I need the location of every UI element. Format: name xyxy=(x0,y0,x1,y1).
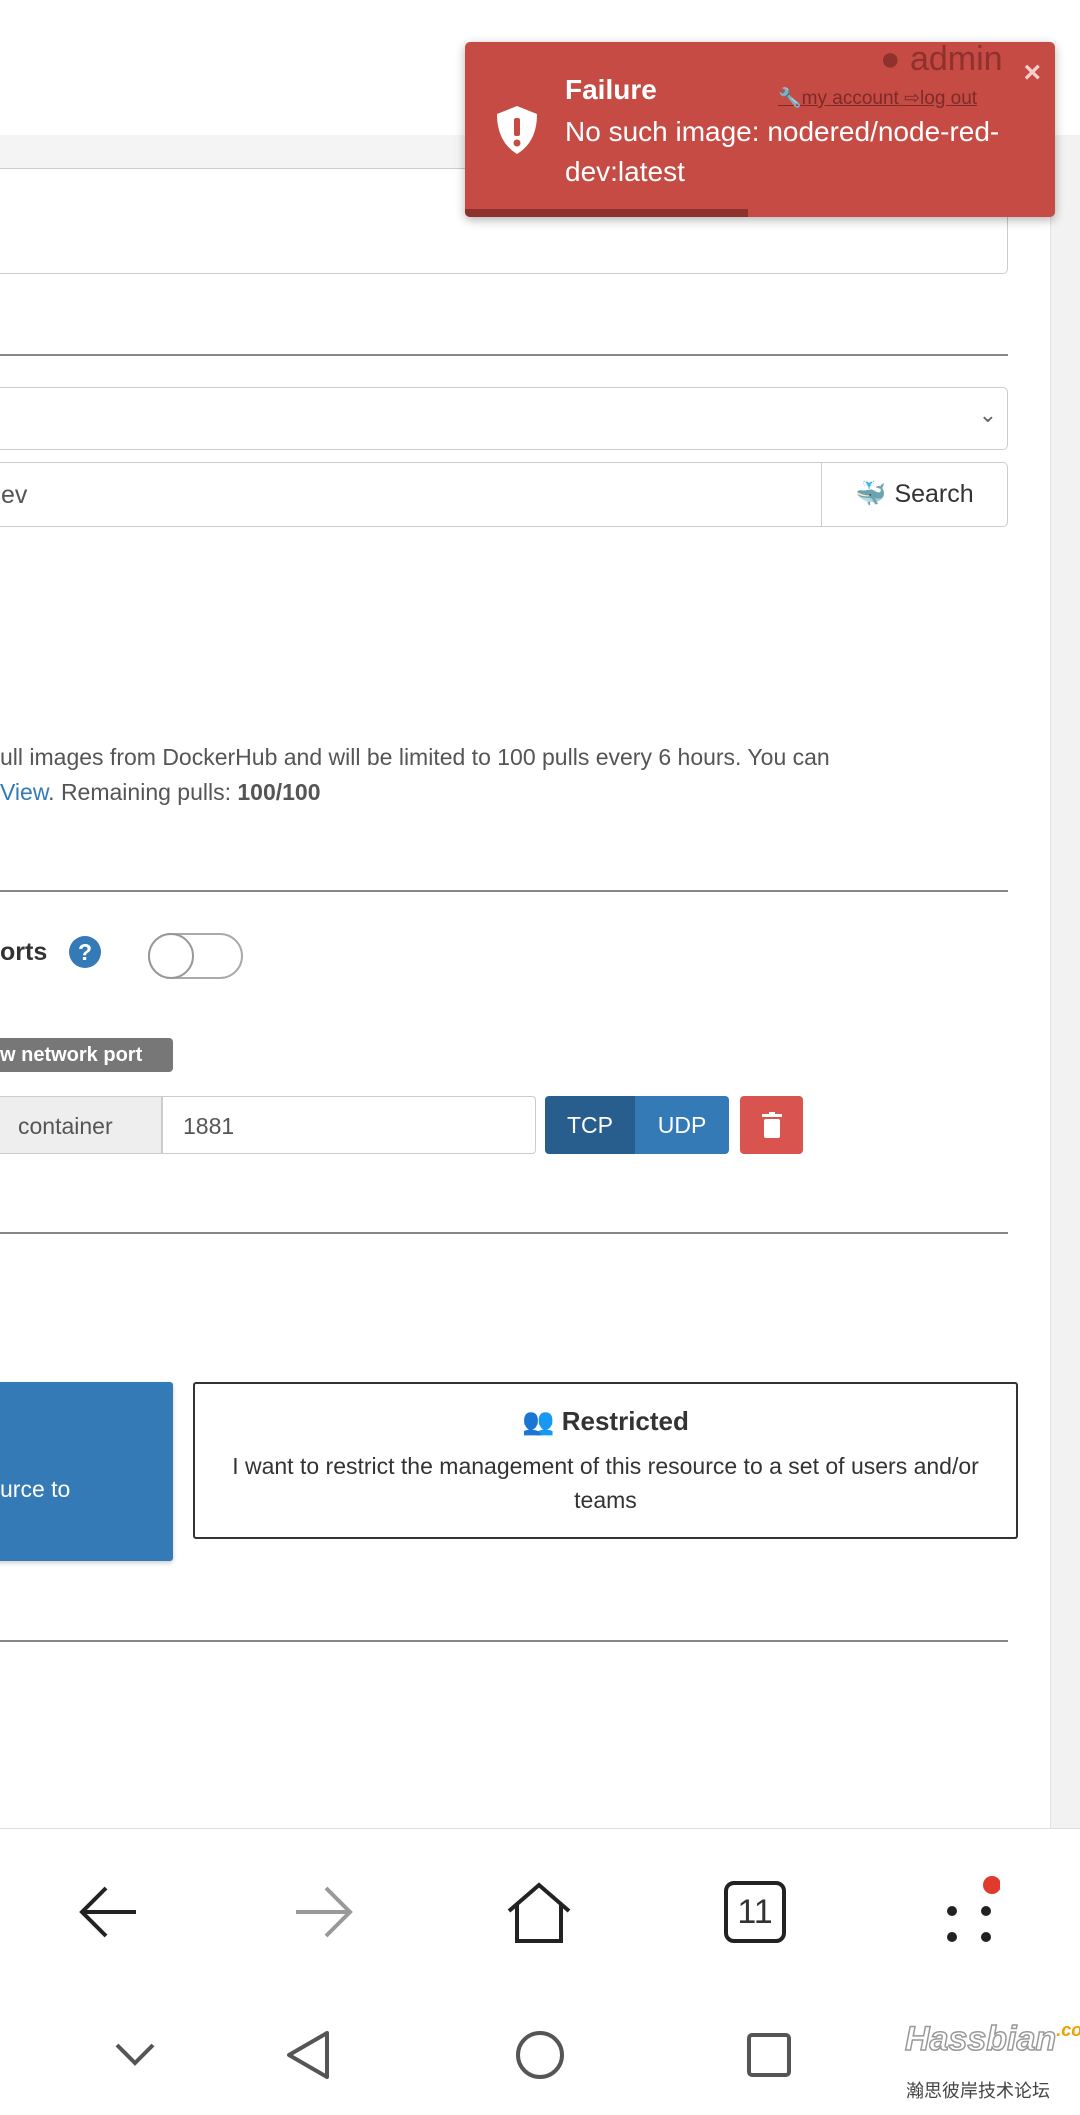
shield-alert-icon xyxy=(497,106,537,154)
remove-port-button[interactable] xyxy=(740,1096,803,1154)
toast-progress xyxy=(465,209,749,217)
divider xyxy=(0,354,1008,356)
container-port-input[interactable]: 1881 xyxy=(162,1096,536,1154)
tcp-button[interactable]: TCP xyxy=(545,1096,635,1154)
tabs-button[interactable]: 11 xyxy=(724,1881,786,1943)
back-icon[interactable] xyxy=(78,1884,138,1940)
dockerhub-notice: ull images from DockerHub and will be li… xyxy=(0,744,830,770)
search-button[interactable]: 🐳 Search xyxy=(821,462,1008,527)
user-menu[interactable]: ● admin xyxy=(880,40,1003,79)
container-port-addon: container xyxy=(0,1096,162,1154)
divider xyxy=(0,1232,1008,1234)
home-icon[interactable] xyxy=(505,1881,573,1945)
toast-message: No such image: nodered/node-red-dev:late… xyxy=(565,116,1000,187)
docker-icon: 🐳 xyxy=(855,480,887,508)
system-nav-bar: Hassbian.com 瀚思彼岸技术论坛 xyxy=(0,1995,1080,2115)
system-back-icon[interactable] xyxy=(285,2030,331,2080)
dockerhub-remaining: View. Remaining pulls: 100/100 xyxy=(0,779,321,805)
trash-icon xyxy=(761,1112,782,1138)
system-home-icon[interactable] xyxy=(514,2029,566,2081)
remaining-pulls: 100/100 xyxy=(237,779,321,805)
admin-card-desc: urce to xyxy=(0,1476,71,1502)
toast-title: Failure xyxy=(565,74,657,105)
restricted-card[interactable]: 👥 Restricted I want to restrict the mana… xyxy=(193,1382,1018,1539)
recent-apps-icon[interactable] xyxy=(746,2032,792,2078)
browser-toolbar: 11 xyxy=(0,1828,1080,1995)
watermark-text: 瀚思彼岸技术论坛 xyxy=(906,2081,1050,2101)
publish-ports-toggle[interactable] xyxy=(148,933,243,979)
users-icon: 👥 xyxy=(522,1406,555,1436)
menu-icon[interactable] xyxy=(944,1875,1000,1945)
registry-select[interactable]: ⌄ xyxy=(0,387,1008,450)
add-network-port-button[interactable]: w network port xyxy=(0,1038,173,1072)
restricted-desc: I want to restrict the management of thi… xyxy=(232,1453,979,1513)
image-input[interactable]: ev xyxy=(0,462,822,527)
my-account-link[interactable]: my account xyxy=(802,88,899,109)
forward-icon[interactable] xyxy=(294,1884,354,1940)
divider xyxy=(0,1640,1008,1642)
username: admin xyxy=(909,40,1003,78)
help-icon[interactable]: ? xyxy=(69,936,101,968)
restricted-title: 👥 Restricted xyxy=(522,1406,689,1436)
watermark-logo: Hassbian.com xyxy=(904,2019,1080,2059)
header-links: 🔧my account ⇨log out xyxy=(778,88,978,109)
administrators-card[interactable]: urce to xyxy=(0,1382,173,1561)
search-label: Search xyxy=(894,480,974,508)
udp-button[interactable]: UDP xyxy=(635,1096,729,1154)
chevron-down-icon: ⌄ xyxy=(978,402,997,427)
scrollbar[interactable] xyxy=(1050,135,1080,1828)
view-link[interactable]: View xyxy=(0,779,48,805)
chevron-down-icon[interactable] xyxy=(115,2043,155,2067)
publish-ports-label: orts xyxy=(0,938,48,966)
close-icon[interactable]: × xyxy=(1023,56,1041,90)
toggle-knob xyxy=(148,933,194,979)
divider xyxy=(0,890,1008,892)
log-out-link[interactable]: log out xyxy=(920,88,977,109)
